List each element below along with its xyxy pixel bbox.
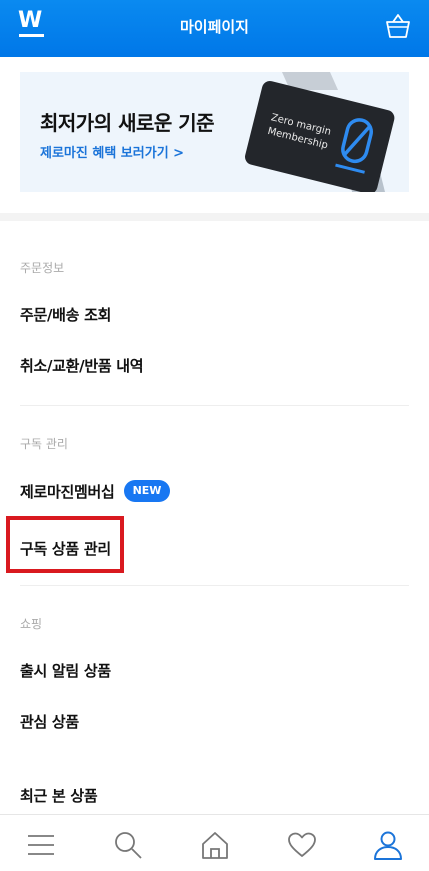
- divider: [20, 405, 409, 406]
- banner-link[interactable]: 제로마진 혜택 보러가기 >: [40, 142, 184, 161]
- section-label-subscription: 구독 관리: [20, 437, 68, 451]
- menu-item-release-alert[interactable]: 출시 알림 상품: [20, 660, 111, 681]
- page-title: 마이페이지: [179, 18, 249, 36]
- user-icon[interactable]: [372, 829, 404, 861]
- heart-icon[interactable]: [286, 829, 318, 861]
- menu-item-zero-margin-membership[interactable]: 제로마진멤버십: [20, 481, 115, 502]
- new-badge: NEW: [124, 480, 170, 502]
- shopping-basket-icon[interactable]: [385, 12, 411, 40]
- menu-item-recently-viewed[interactable]: 최근 본 상품: [20, 785, 98, 806]
- menu-icon[interactable]: [25, 829, 57, 861]
- highlight-box: [6, 516, 124, 573]
- section-label-order: 주문정보: [20, 261, 65, 275]
- bottom-navigation: [0, 814, 429, 871]
- section-separator: [0, 213, 429, 221]
- membership-card-illustration: Zero margin Membership: [245, 72, 395, 192]
- zero-margin-banner[interactable]: 최저가의 새로운 기준 제로마진 혜택 보러가기 > Zero margin M…: [20, 72, 409, 192]
- menu-item-wishlist[interactable]: 관심 상품: [20, 711, 79, 732]
- home-icon[interactable]: [199, 829, 231, 861]
- banner-title: 최저가의 새로운 기준: [40, 111, 215, 135]
- search-icon[interactable]: [112, 829, 144, 861]
- top-app-bar: W 마이페이지: [0, 0, 429, 57]
- divider: [20, 585, 409, 586]
- menu-item-order-delivery[interactable]: 주문/배송 조회: [20, 304, 111, 325]
- section-label-shopping: 쇼핑: [20, 617, 43, 631]
- menu-item-cancel-exchange-return[interactable]: 취소/교환/반품 내역: [20, 355, 144, 376]
